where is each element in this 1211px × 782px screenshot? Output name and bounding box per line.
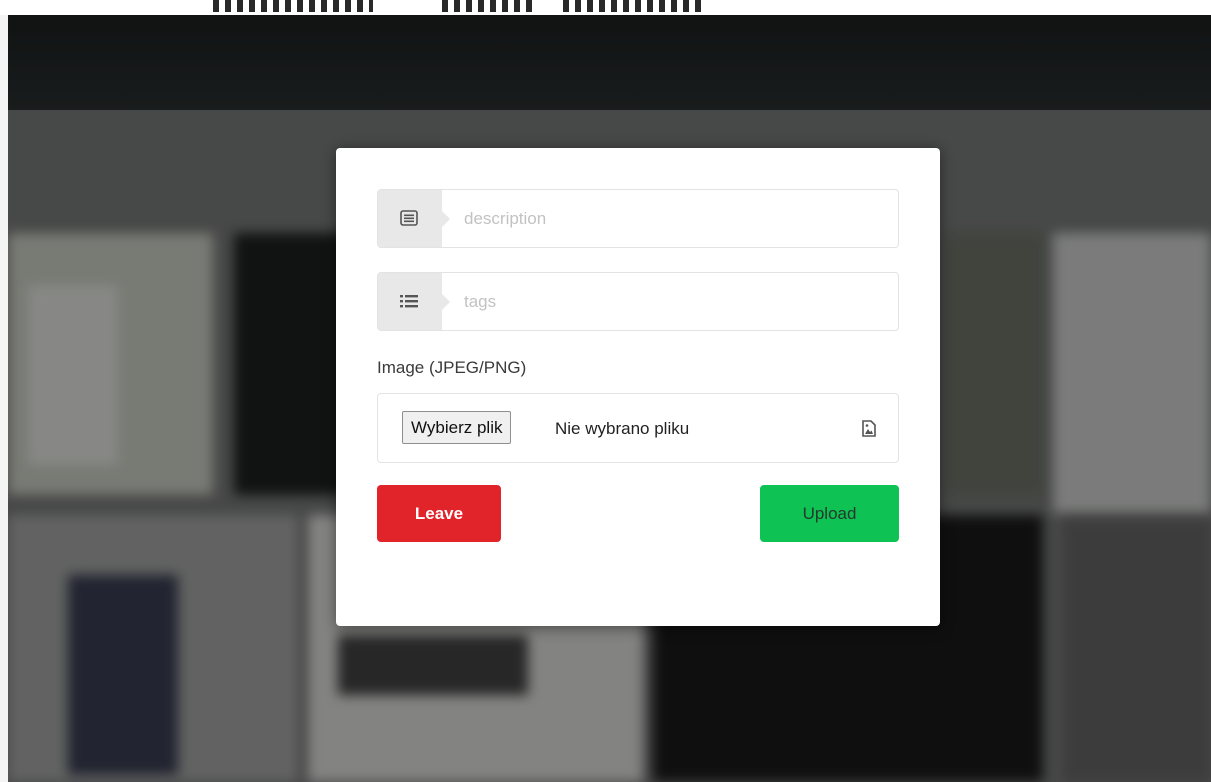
cropped-top-strip [0, 0, 1211, 15]
description-addon [378, 190, 450, 247]
file-status: Nie wybrano pliku [555, 419, 690, 438]
page-edge [0, 15, 8, 782]
tags-input[interactable] [464, 287, 884, 317]
description-input[interactable] [464, 204, 884, 234]
upload-button[interactable]: Upload [760, 485, 899, 542]
file-image-icon [862, 420, 876, 437]
description-field [377, 189, 899, 248]
image-file-field: Wybierz plik Nie wybrano pliku [377, 393, 899, 463]
tags-field [377, 272, 899, 331]
choose-file-button[interactable]: Wybierz plik [402, 411, 512, 444]
upload-modal: Image (JPEG/PNG) Wybierz plik Nie wybran… [336, 148, 940, 626]
image-label: Image (JPEG/PNG) [377, 358, 527, 377]
cropped-text-fragment [563, 0, 703, 12]
tags-addon [378, 273, 450, 330]
cropped-text-fragment [213, 0, 373, 12]
leave-button[interactable]: Leave [377, 485, 501, 542]
cropped-text-fragment [442, 0, 534, 12]
list-alt-icon [400, 210, 418, 226]
list-icon [400, 295, 418, 308]
